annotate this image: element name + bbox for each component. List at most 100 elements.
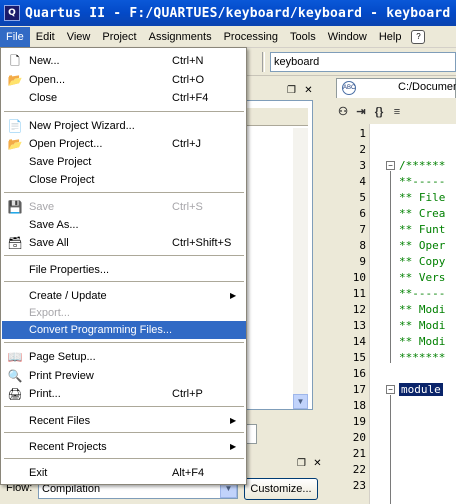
open-project-icon: 📂 — [7, 137, 23, 151]
indent-icon[interactable]: ⇥ — [354, 105, 368, 119]
customize-button[interactable]: Customize... — [244, 478, 318, 500]
menu-separator — [4, 406, 244, 408]
submenu-arrow-icon: ▶ — [230, 416, 237, 425]
menu-item-convert-programming-files[interactable]: Convert Programming Files... — [2, 321, 246, 339]
menu-item-close[interactable]: Close Ctrl+F4 — [2, 89, 246, 107]
menu-assignments[interactable]: Assignments — [143, 27, 218, 47]
line-number: 8 — [359, 239, 366, 252]
menu-separator — [4, 281, 244, 283]
code-line: ******* — [399, 351, 446, 364]
menu-item-recent-projects[interactable]: Recent Projects ▶ — [2, 438, 246, 456]
fold-line — [390, 171, 391, 363]
line-number: 15 — [352, 351, 366, 364]
menu-separator — [4, 458, 244, 460]
menu-help[interactable]: Help — [373, 27, 408, 47]
menu-separator — [4, 111, 244, 113]
line-number: 20 — [352, 431, 366, 444]
menu-file[interactable]: File — [0, 26, 30, 47]
line-number: 11 — [352, 287, 366, 300]
line-number: 19 — [352, 415, 366, 428]
menu-edit[interactable]: Edit — [30, 27, 61, 47]
code-line: ** Oper — [399, 239, 446, 252]
save-all-icon: 🗃 — [7, 236, 23, 250]
title-bar: Q Quartus II - F:/QUARTUES/keyboard/keyb… — [0, 0, 456, 26]
line-number: 5 — [359, 191, 366, 204]
help-topic-icon[interactable]: ? — [411, 29, 426, 44]
menu-tools[interactable]: Tools — [284, 27, 322, 47]
submenu-arrow-icon: ▶ — [230, 291, 237, 300]
menu-item-open-project[interactable]: 📂 Open Project... Ctrl+J — [2, 135, 246, 153]
code-line: **----- — [399, 175, 446, 188]
navigator-scrollbar[interactable] — [293, 128, 308, 408]
menu-view[interactable]: View — [61, 27, 97, 47]
menu-separator — [4, 342, 244, 344]
binoculars-icon[interactable]: ⚇ — [336, 105, 350, 119]
line-number: 4 — [359, 175, 366, 188]
abc-document-icon: ABC — [342, 81, 356, 95]
fold-collapse-icon[interactable]: − — [386, 161, 395, 170]
line-number: 14 — [352, 335, 366, 348]
menu-item-save[interactable]: 💾 Save Ctrl+S — [2, 198, 246, 216]
line-number: 18 — [352, 399, 366, 412]
toolbar-separator — [262, 52, 265, 72]
close-icon[interactable]: ✕ — [303, 85, 314, 97]
menu-item-open[interactable]: 📂 Open... Ctrl+O — [2, 71, 246, 89]
page-setup-icon: 📖 — [7, 350, 23, 364]
editor-toolbar: ⚇ ⇥ {} ≡ — [330, 100, 456, 124]
code-line: ** File — [399, 191, 446, 204]
code-line-selected: module — [399, 383, 443, 396]
restore-icon[interactable]: ❐ — [296, 459, 307, 470]
quartus-window: Q Quartus II - F:/QUARTUES/keyboard/keyb… — [0, 0, 456, 504]
menu-item-recent-files[interactable]: Recent Files ▶ — [2, 412, 246, 430]
menu-item-close-project[interactable]: Close Project — [2, 171, 246, 189]
menu-item-save-all[interactable]: 🗃 Save All Ctrl+Shift+S — [2, 234, 246, 252]
menu-item-export[interactable]: Export... — [2, 304, 246, 322]
menu-item-file-properties[interactable]: File Properties... — [2, 261, 246, 279]
code-line: **----- — [399, 287, 446, 300]
line-number: 12 — [352, 303, 366, 316]
menu-item-new[interactable]: 🗋 New... Ctrl+N — [2, 52, 246, 70]
line-number: 21 — [352, 447, 366, 460]
menu-item-print-preview[interactable]: 🔍 Print Preview — [2, 367, 246, 385]
editor-tab-label[interactable]: C:/Documen — [398, 81, 456, 93]
code-line: ** Funt — [399, 223, 446, 236]
menu-item-print[interactable]: 🖨 Print... Ctrl+P — [2, 385, 246, 403]
menu-item-save-as[interactable]: Save As... — [2, 216, 246, 234]
menu-item-create-update[interactable]: Create / Update ▶ — [2, 287, 246, 305]
line-number: 9 — [359, 255, 366, 268]
align-icon[interactable]: ≡ — [390, 105, 404, 119]
fold-line — [390, 395, 391, 504]
fold-collapse-icon[interactable]: − — [386, 385, 395, 394]
code-line: ** Modi — [399, 335, 446, 348]
menu-item-exit[interactable]: Exit Alt+F4 — [2, 464, 246, 482]
save-disk-icon: 💾 — [7, 200, 23, 214]
project-hierarchy-combo[interactable]: keyboard — [270, 52, 456, 72]
menu-item-new-project-wizard[interactable]: 📄 New Project Wizard... — [2, 117, 246, 135]
navigator-column-header — [246, 108, 308, 126]
line-number: 23 — [352, 479, 366, 492]
close-icon[interactable]: ✕ — [312, 459, 323, 470]
menu-project[interactable]: Project — [96, 27, 142, 47]
scroll-down-icon[interactable]: ▼ — [293, 394, 308, 409]
menu-item-page-setup[interactable]: 📖 Page Setup... — [2, 348, 246, 366]
braces-icon[interactable]: {} — [372, 105, 386, 119]
code-line: ** Vers — [399, 271, 446, 284]
restore-icon[interactable]: ❐ — [286, 85, 297, 97]
line-number: 1 — [359, 127, 366, 140]
open-folder-icon: 📂 — [7, 73, 23, 87]
menu-separator — [4, 432, 244, 434]
menu-item-save-project[interactable]: Save Project — [2, 153, 246, 171]
menu-window[interactable]: Window — [322, 27, 373, 47]
line-number: 2 — [359, 143, 366, 156]
printer-icon: 🖨 — [7, 387, 23, 401]
line-number: 13 — [352, 319, 366, 332]
quartus-app-icon: Q — [4, 5, 20, 21]
navigator-panel-header: ❐ ✕ — [245, 82, 318, 100]
menu-separator — [4, 192, 244, 194]
menu-processing[interactable]: Processing — [218, 27, 284, 47]
print-preview-icon: 🔍 — [7, 369, 23, 383]
new-file-icon: 🗋 — [10, 54, 20, 68]
window-title: Quartus II - F:/QUARTUES/keyboard/keyboa… — [25, 5, 451, 21]
line-number: 7 — [359, 223, 366, 236]
submenu-arrow-icon: ▶ — [230, 442, 237, 451]
